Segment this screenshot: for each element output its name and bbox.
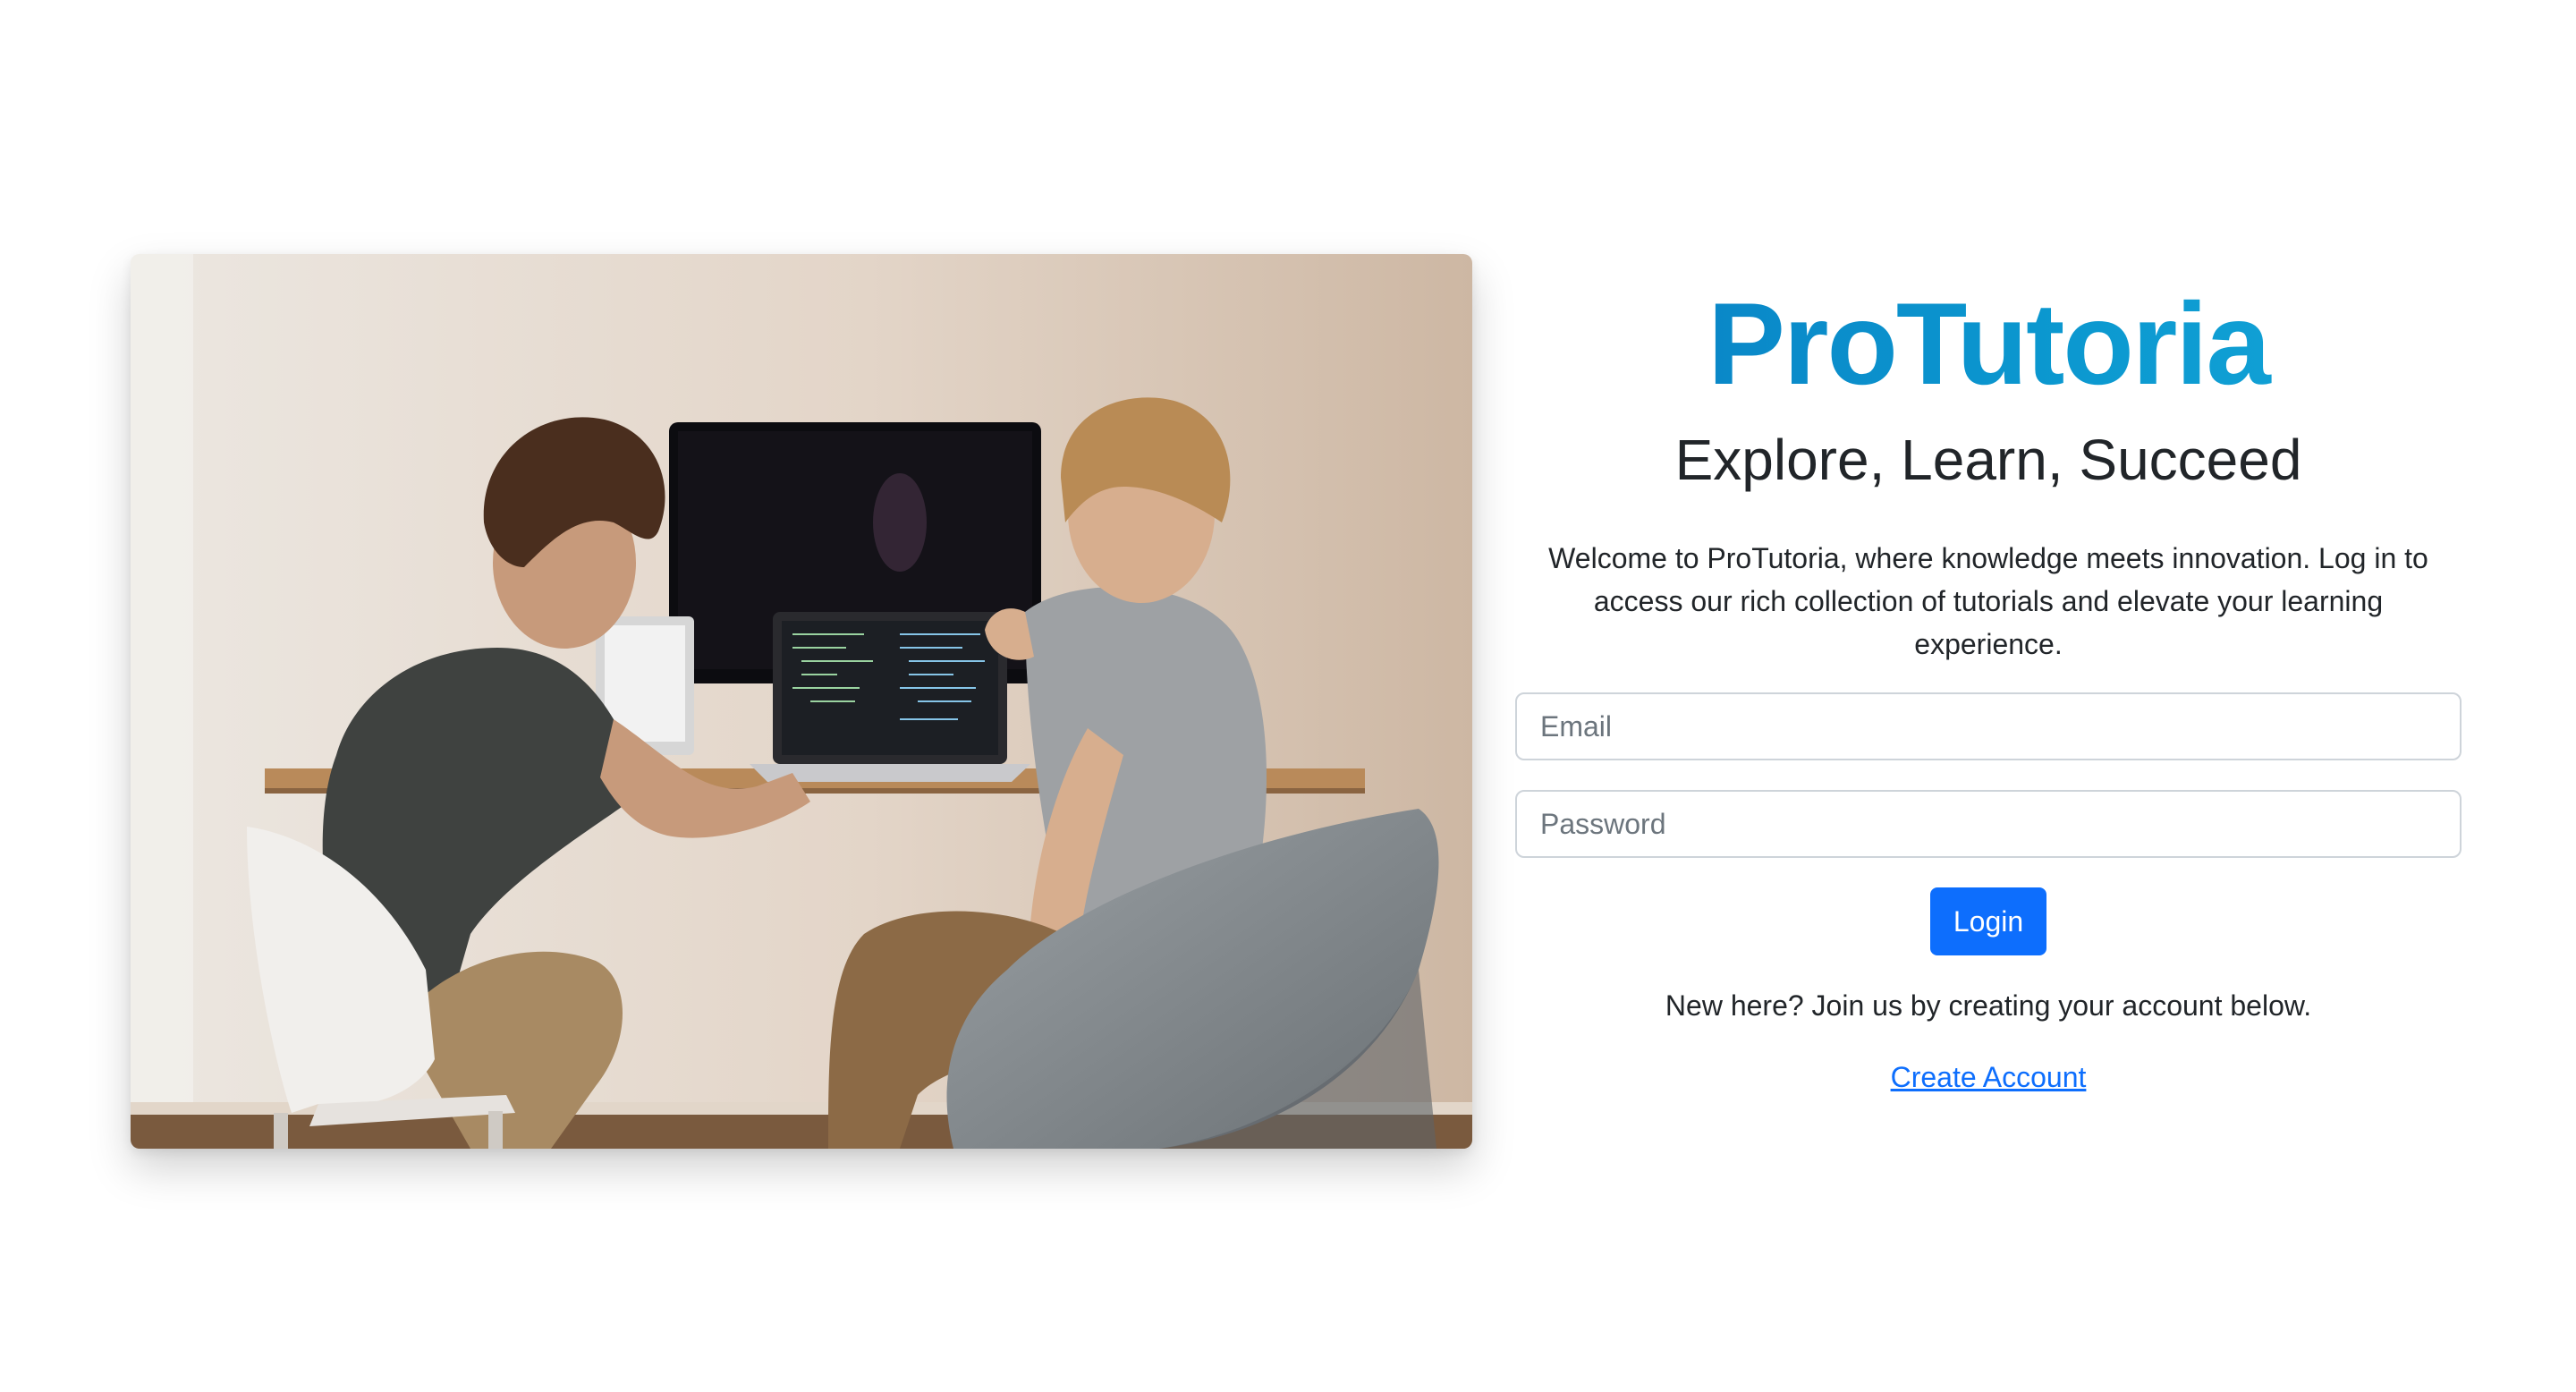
login-panel: ProTutoria Explore, Learn, Succeed Welco… bbox=[1515, 268, 2462, 1097]
login-button[interactable]: Login bbox=[1929, 887, 2047, 955]
welcome-text: Welcome to ProTutoria, where knowledge m… bbox=[1548, 542, 2428, 660]
tagline: Explore, Learn, Succeed bbox=[1674, 428, 2302, 492]
password-input[interactable] bbox=[1515, 790, 2462, 858]
signup-prompt: New here? Join us by creating your accou… bbox=[1665, 989, 2312, 1022]
create-account-link[interactable]: Create Account bbox=[1891, 1057, 2087, 1097]
hero-photo bbox=[131, 254, 1472, 1149]
brand-title: ProTutoria bbox=[1515, 268, 2462, 419]
email-input[interactable] bbox=[1515, 692, 2462, 760]
people-coding-photo bbox=[131, 254, 1472, 1149]
login-page: ProTutoria Explore, Learn, Succeed Welco… bbox=[0, 0, 2576, 1392]
